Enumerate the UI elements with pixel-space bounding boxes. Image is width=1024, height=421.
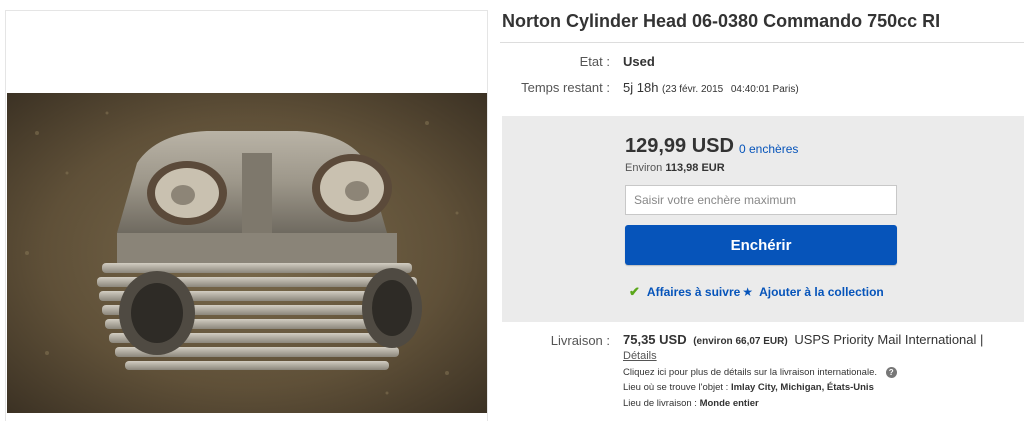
end-time: 04:40:01 Paris) — [730, 84, 799, 95]
shipping-approx: (environ 66,07 EUR) — [693, 336, 788, 347]
watchlist-link[interactable]: Affaires à suivre — [647, 285, 740, 299]
item-location-label: Lieu où se trouve l'objet : — [623, 382, 729, 393]
condition-value: Used — [623, 54, 655, 69]
time-left-value: 5j 18h — [623, 80, 659, 95]
shipping-info: 75,35 USD (environ 66,07 EUR) USPS Prior… — [623, 332, 983, 347]
ships-to: Lieu de livraison : Monde entier — [623, 398, 759, 409]
product-photo[interactable] — [7, 93, 487, 413]
help-icon[interactable]: ? — [885, 367, 897, 378]
intl-shipping-note: Cliquez ici pour plus de détails sur la … — [623, 367, 897, 378]
condition-label: Etat : — [579, 54, 610, 69]
shipping-details-link[interactable]: Détails — [623, 350, 657, 362]
time-left: 5j 18h (23 févr. 2015 04:40:01 Paris) — [623, 80, 799, 95]
title-divider — [500, 42, 1024, 43]
star-icon: ★ — [742, 285, 754, 299]
image-viewer[interactable] — [5, 10, 488, 421]
listing-title: Norton Cylinder Head 06-0380 Commando 75… — [502, 11, 941, 31]
item-location: Lieu où se trouve l'objet : Imlay City, … — [623, 382, 874, 393]
checkmark-icon: ✔ — [629, 284, 640, 299]
place-bid-button[interactable]: Enchérir — [625, 225, 897, 265]
ships-to-label: Lieu de livraison : — [623, 398, 697, 409]
approx-value: 113,98 EUR — [665, 162, 725, 174]
shipping-label: Livraison : — [550, 333, 610, 348]
item-location-value: Imlay City, Michigan, États-Unis — [730, 382, 874, 393]
shipping-price: 75,35 USD — [623, 332, 687, 347]
max-bid-input[interactable] — [625, 185, 897, 215]
approx-price: Environ 113,98 EUR — [625, 162, 725, 174]
shipping-service: USPS Priority Mail International | — [794, 332, 984, 347]
watch-row: ✔ Affaires à suivre ★ Ajouter à la colle… — [629, 284, 884, 300]
current-price: 129,99 USD — [625, 135, 734, 157]
intl-note-text[interactable]: Cliquez ici pour plus de détails sur la … — [623, 367, 877, 378]
ships-to-value: Monde entier — [699, 398, 759, 409]
end-date: (23 févr. 2015 — [662, 84, 724, 95]
bids-count-link[interactable]: 0 enchères — [739, 142, 798, 156]
time-left-label: Temps restant : — [521, 80, 610, 95]
approx-prefix: Environ — [625, 162, 663, 174]
add-to-collection-link[interactable]: Ajouter à la collection — [759, 285, 884, 299]
